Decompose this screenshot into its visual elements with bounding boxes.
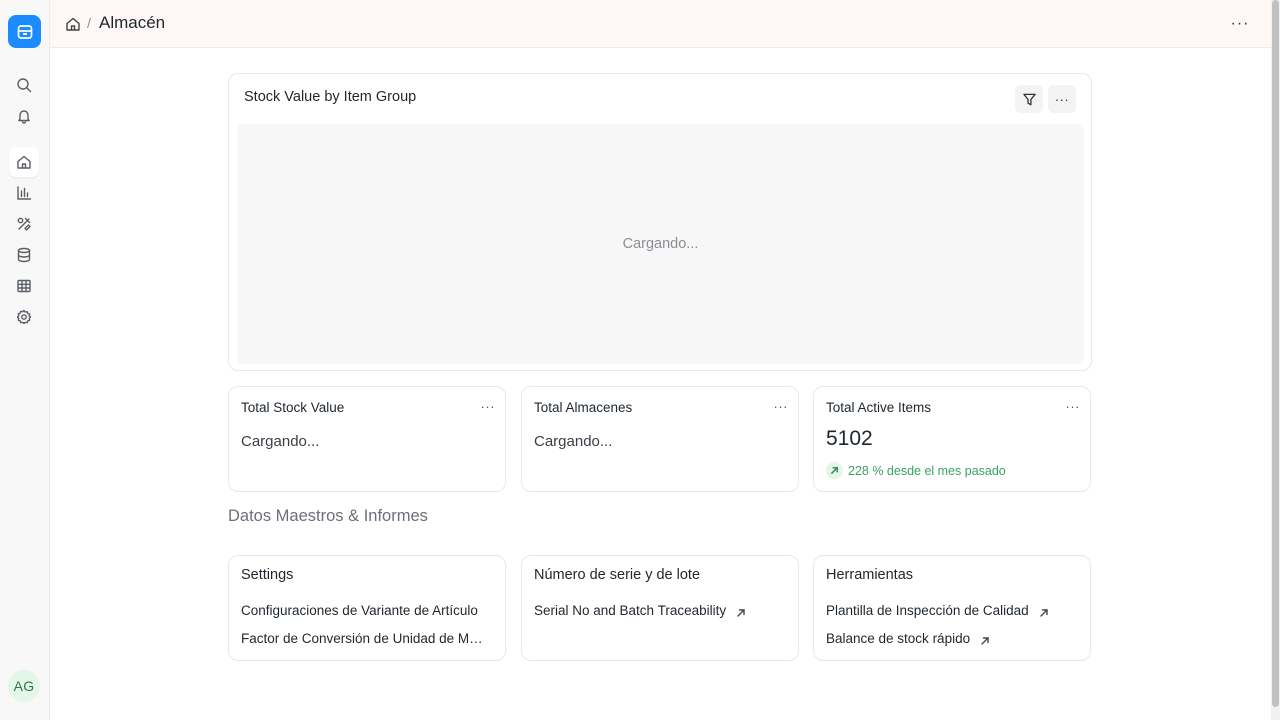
app-icon bbox=[17, 24, 32, 39]
link-card-title: Herramientas bbox=[826, 567, 914, 583]
app-logo[interactable] bbox=[8, 15, 41, 48]
number-card-loading: Cargando... bbox=[534, 433, 613, 450]
sidebar: AG bbox=[0, 0, 50, 720]
link-card-title: Settings bbox=[241, 567, 294, 583]
avatar[interactable]: AG bbox=[8, 670, 40, 702]
number-card-total-almacenes[interactable]: Total Almacenes ··· Cargando... bbox=[521, 386, 799, 492]
link-text: Serial No and Batch Traceability bbox=[534, 603, 727, 618]
link-card-title: Número de serie y de lote bbox=[534, 567, 701, 583]
chart-title: Stock Value by Item Group bbox=[244, 89, 417, 105]
number-card-more-button[interactable]: ··· bbox=[481, 399, 496, 414]
link-item[interactable]: Configuraciones de Variante de Artículo bbox=[241, 603, 478, 618]
trend-up-icon bbox=[826, 462, 843, 479]
link-text: Factor de Conversión de Unidad de Medida bbox=[241, 631, 485, 646]
number-card-label: Total Almacenes bbox=[534, 400, 633, 415]
table-icon[interactable] bbox=[9, 271, 39, 301]
breadcrumb-separator: / bbox=[87, 15, 91, 31]
bar-chart-icon[interactable] bbox=[9, 178, 39, 208]
number-card-label: Total Active Items bbox=[826, 400, 932, 415]
database-icon[interactable] bbox=[9, 240, 39, 270]
section-title: Datos Maestros & Informes bbox=[228, 507, 428, 525]
tools-icon[interactable] bbox=[9, 209, 39, 239]
number-card-delta: 228 % desde el mes pasado bbox=[826, 462, 1006, 479]
number-card-total-stock-value[interactable]: Total Stock Value ··· Cargando... bbox=[228, 386, 506, 492]
gear-icon[interactable] bbox=[9, 302, 39, 332]
external-link-icon bbox=[736, 606, 746, 617]
number-card-loading: Cargando... bbox=[241, 433, 320, 450]
more-options-button[interactable]: ··· bbox=[1228, 12, 1252, 36]
filter-button[interactable] bbox=[1015, 85, 1043, 113]
link-card-herramientas: Herramientas Plantilla de Inspección de … bbox=[813, 555, 1091, 661]
external-link-icon bbox=[1039, 606, 1049, 617]
number-card-more-button[interactable]: ··· bbox=[1066, 399, 1081, 414]
link-text: Balance de stock rápido bbox=[826, 631, 971, 646]
link-item[interactable]: Plantilla de Inspección de Calidad bbox=[826, 603, 1049, 618]
home-icon[interactable] bbox=[9, 147, 39, 177]
chart-loading-text: Cargando... bbox=[622, 236, 699, 252]
number-card-value: 5102 bbox=[826, 427, 873, 450]
link-text: Configuraciones de Variante de Artículo bbox=[241, 603, 478, 618]
filter-icon bbox=[1022, 93, 1036, 105]
search-icon[interactable] bbox=[9, 70, 39, 100]
number-card-label: Total Stock Value bbox=[241, 400, 345, 415]
external-link-icon bbox=[980, 634, 990, 645]
page-title[interactable]: Almacén bbox=[99, 13, 165, 33]
link-item[interactable]: Factor de Conversión de Unidad de Medida bbox=[241, 631, 485, 646]
chart-area: Cargando... bbox=[237, 124, 1084, 364]
bell-icon[interactable] bbox=[9, 101, 39, 131]
link-text: Plantilla de Inspección de Calidad bbox=[826, 603, 1029, 618]
link-card-serial-batch: Número de serie y de lote Serial No and … bbox=[521, 555, 799, 661]
number-card-more-button[interactable]: ··· bbox=[774, 399, 789, 414]
top-bar: / Almacén ··· bbox=[50, 0, 1271, 48]
number-card-total-active-items[interactable]: Total Active Items ··· 5102 228 % desde … bbox=[813, 386, 1091, 492]
delta-text: 228 % desde el mes pasado bbox=[848, 463, 1006, 478]
link-item[interactable]: Balance de stock rápido bbox=[826, 631, 990, 646]
scrollbar-thumb[interactable] bbox=[1272, 0, 1279, 707]
link-item[interactable]: Serial No and Batch Traceability bbox=[534, 603, 746, 618]
link-card-settings: Settings Configuraciones de Variante de … bbox=[228, 555, 506, 661]
chart-more-button[interactable]: ··· bbox=[1048, 85, 1076, 113]
breadcrumb-home-icon[interactable] bbox=[65, 16, 81, 32]
chart-card: Stock Value by Item Group ··· Cargando..… bbox=[228, 73, 1092, 371]
scrollbar[interactable] bbox=[1271, 0, 1280, 720]
